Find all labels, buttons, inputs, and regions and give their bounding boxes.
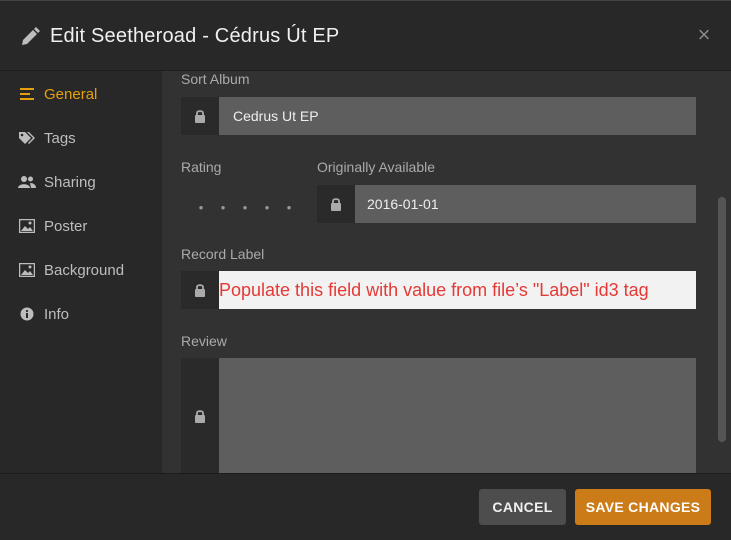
sidebar-item-label: Poster (44, 217, 88, 235)
users-icon (18, 174, 36, 190)
review-field (181, 358, 696, 473)
pencil-icon (20, 27, 40, 47)
sidebar-item-label: Sharing (44, 173, 96, 191)
sidebar-item-sharing[interactable]: Sharing (18, 170, 96, 194)
originally-available-input[interactable]: 2016-01-01 (355, 185, 696, 223)
close-icon[interactable]: × (693, 24, 715, 46)
list-icon (18, 86, 36, 102)
sidebar-item-label: Info (44, 305, 70, 323)
rating-dot[interactable]: • (190, 200, 212, 215)
lock-icon[interactable] (317, 185, 355, 223)
lock-icon[interactable] (181, 271, 219, 309)
rating-label: Rating (181, 159, 222, 175)
sidebar-item-background[interactable]: Background (18, 258, 124, 282)
rating-dot[interactable]: • (256, 200, 278, 215)
sidebar-item-poster[interactable]: Poster (18, 214, 87, 238)
image-icon (18, 218, 36, 234)
sidebar: General Tags Sharing Poster Background I… (0, 71, 162, 473)
rating-dot[interactable]: • (278, 200, 300, 215)
sidebar-item-general[interactable]: General (18, 82, 97, 106)
cancel-button[interactable]: CANCEL (479, 489, 566, 525)
rating-dot[interactable]: • (212, 200, 234, 215)
tags-icon (18, 130, 36, 146)
record-label-label: Record Label (181, 246, 265, 262)
lock-icon[interactable] (181, 97, 219, 135)
sidebar-item-info[interactable]: Info (18, 302, 69, 326)
sidebar-item-label: Background (44, 261, 125, 279)
record-label-input[interactable]: Populate this field with value from file… (219, 271, 696, 309)
sidebar-item-label: General (44, 85, 98, 103)
rating-stars[interactable]: • • • • • (190, 200, 300, 215)
modal-header: Edit Seetheroad - Cédrus Út EP × (0, 1, 731, 71)
lock-icon[interactable] (181, 358, 219, 473)
sort-album-field: Cedrus Ut EP (181, 97, 696, 135)
sort-album-input[interactable]: Cedrus Ut EP (219, 97, 696, 135)
form-content: Sort Album Cedrus Ut EP Rating • • • • •… (162, 71, 731, 473)
rating-dot[interactable]: • (234, 200, 256, 215)
modal-title: Edit Seetheroad - Cédrus Út EP (50, 25, 340, 47)
save-changes-button[interactable]: SAVE CHANGES (575, 489, 711, 525)
sidebar-item-label: Tags (44, 129, 76, 147)
scrollbar[interactable] (718, 197, 726, 442)
review-textarea[interactable] (219, 358, 696, 473)
sidebar-item-tags[interactable]: Tags (18, 126, 76, 150)
modal-footer: CANCEL SAVE CHANGES (0, 473, 731, 540)
sort-album-label: Sort Album (181, 71, 250, 87)
originally-available-label: Originally Available (317, 159, 436, 175)
image-icon (18, 262, 36, 278)
info-icon (18, 306, 36, 322)
review-label: Review (181, 333, 227, 349)
record-label-field: Populate this field with value from file… (181, 271, 696, 309)
originally-available-field: 2016-01-01 (317, 185, 696, 223)
edit-modal: Edit Seetheroad - Cédrus Út EP × General… (0, 0, 731, 540)
